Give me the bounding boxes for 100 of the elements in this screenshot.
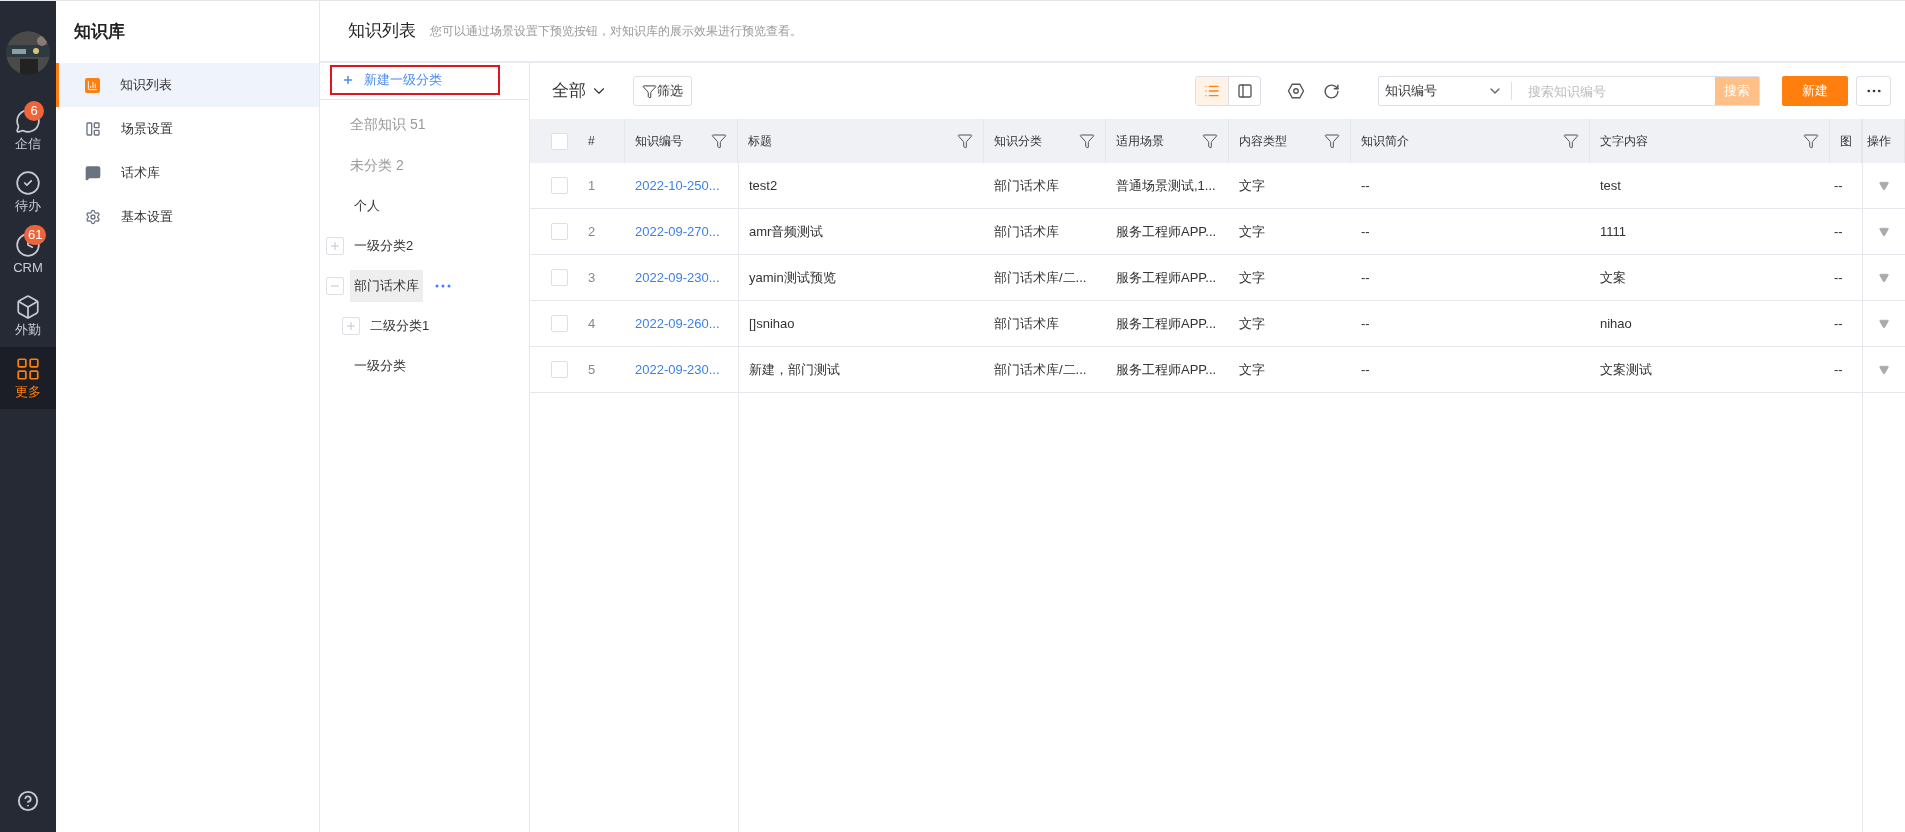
tree-toggle[interactable] (326, 237, 344, 255)
tree-item[interactable]: 个人 (350, 190, 384, 222)
table-cell-text: -- (1361, 360, 1370, 379)
column-header[interactable]: 知识分类 (984, 119, 1106, 163)
tree-toggle[interactable] (342, 317, 360, 335)
filter-icon (711, 133, 727, 149)
column-header[interactable]: 知识编号 (625, 119, 738, 163)
sidebar-item[interactable]: 基本设置 (56, 195, 319, 239)
filter-icon (957, 133, 973, 149)
table-cell-text: []snihao (749, 314, 795, 333)
view-toggle[interactable] (1196, 77, 1228, 105)
table-cell-text: 部门话术库 (994, 314, 1059, 333)
sidebar-title: 知识库 (73, 21, 126, 44)
filter-icon (1563, 133, 1579, 149)
table-cell-text: -- (1361, 222, 1370, 241)
table-cell-text: 4 (588, 314, 596, 333)
hexagon-settings-icon[interactable] (1287, 82, 1305, 100)
table-cell-text: -- (1834, 314, 1843, 333)
table-cell-text: -- (1834, 222, 1843, 241)
plus-icon (345, 320, 357, 332)
table-cell-text: 新建，部门测试 (749, 360, 840, 379)
table-cell-text: -- (1361, 268, 1370, 287)
table-cell-text: nihao (1600, 314, 1632, 333)
id-link[interactable]: 2022-10-250... (635, 175, 720, 196)
table-cell-text: yamin测试预览 (749, 268, 836, 287)
new-category-button[interactable]: 新建一级分类 (330, 65, 500, 95)
column-header[interactable]: 内容类型 (1229, 119, 1351, 163)
table-cell-text: 文字 (1239, 176, 1265, 195)
table-cell-text: 文案 (1600, 268, 1626, 287)
table-cell-text: 2 (588, 222, 596, 241)
table-cell-text: 服务工程师APP... (1116, 314, 1217, 333)
sidebar-item[interactable]: 知识列表 (56, 63, 319, 107)
table-cell-text: 1 (588, 176, 596, 195)
dropdown-caret-icon[interactable] (1879, 226, 1889, 237)
nav-item[interactable]: 外勤 (0, 285, 56, 347)
table-cell-text: amr音频测试 (749, 222, 824, 241)
id-link[interactable]: 2022-09-230... (635, 359, 720, 380)
column-header[interactable]: # (568, 119, 625, 163)
column-header[interactable]: 操作 (1862, 119, 1905, 163)
filter-icon (1202, 133, 1218, 149)
dropdown-caret-icon[interactable] (1879, 180, 1889, 191)
page-hint: 您可以通过场景设置下预览按钮，对知识库的展示效果进行预览查看。 (430, 23, 802, 40)
nav-item[interactable]: CRM 61 (0, 223, 56, 285)
row-checkbox[interactable] (551, 177, 568, 194)
chat-icon (15, 108, 41, 134)
refresh-icon[interactable] (1323, 82, 1340, 100)
column-header[interactable]: 适用场景 (1106, 119, 1229, 163)
column-header[interactable]: 图 (1830, 119, 1862, 163)
filter-button[interactable]: 筛选 (633, 76, 692, 106)
row-checkbox[interactable] (551, 361, 568, 378)
tree-item[interactable]: 二级分类1 (366, 310, 434, 342)
column-header[interactable]: 文字内容 (1590, 119, 1830, 163)
id-link[interactable]: 2022-09-230... (635, 267, 720, 288)
search-field-select[interactable]: 知识编号 (1379, 77, 1511, 105)
column-header[interactable]: 知识简介 (1351, 119, 1590, 163)
dropdown-caret-icon[interactable] (1879, 318, 1889, 329)
search-bar[interactable]: 知识编号 搜索知识编号 搜索 (1378, 76, 1760, 106)
more-button[interactable] (1856, 76, 1891, 106)
table-cell-text: -- (1834, 176, 1843, 195)
scope-dropdown[interactable]: 全部 (552, 78, 608, 104)
dropdown-caret-icon[interactable] (1879, 364, 1889, 375)
nav-item[interactable]: 企信 6 (0, 99, 56, 161)
sidebar-item[interactable]: 话术库 (56, 151, 319, 195)
table-cell-text: test (1600, 176, 1621, 195)
row-checkbox[interactable] (551, 269, 568, 286)
table-cell-text: 文字 (1239, 222, 1265, 241)
table-cell-text: 服务工程师APP... (1116, 360, 1217, 379)
table-cell-text: 文案测试 (1600, 360, 1652, 379)
filter-icon (1803, 133, 1819, 149)
table-cell-text: 部门话术库/二... (994, 360, 1087, 379)
tree-item[interactable]: 一级分类 (350, 350, 410, 382)
cube-icon (15, 294, 41, 320)
filter-icon (642, 83, 657, 99)
help-icon[interactable] (17, 790, 39, 812)
id-link[interactable]: 2022-09-260... (635, 313, 720, 334)
tree-item[interactable]: 部门话术库 (350, 270, 423, 302)
table-cell-text: 普通场景测试,1... (1116, 176, 1216, 195)
table-cell-text: -- (1834, 360, 1843, 379)
table-cell-text: 部门话术库 (994, 176, 1059, 195)
row-checkbox[interactable] (551, 223, 568, 240)
table-cell-text: 部门话术库/二... (994, 268, 1087, 287)
clock-icon (15, 232, 41, 258)
search-field[interactable]: 搜索知识编号 (1512, 77, 1715, 105)
nav-item[interactable]: 待办 (0, 161, 56, 223)
tree-toggle[interactable] (326, 277, 344, 295)
column-header[interactable]: 标题 (738, 119, 984, 163)
nav-item[interactable]: 更多 (0, 347, 56, 409)
table-cell-text: test2 (749, 176, 778, 195)
header-checkbox[interactable] (551, 132, 568, 150)
page-title: 知识列表 (348, 20, 416, 43)
tree-item[interactable]: 一级分类2 (350, 230, 418, 262)
id-link[interactable]: 2022-09-270... (635, 221, 720, 242)
sidebar-item[interactable]: 场景设置 (56, 107, 319, 151)
table-cell-text: -- (1361, 176, 1370, 195)
dropdown-caret-icon[interactable] (1879, 272, 1889, 283)
table-cell-text: 文字 (1239, 268, 1265, 287)
row-checkbox[interactable] (551, 315, 568, 332)
more-icon[interactable] (435, 284, 451, 288)
count-badge: 6 (24, 101, 44, 121)
chart-icon (85, 77, 100, 93)
